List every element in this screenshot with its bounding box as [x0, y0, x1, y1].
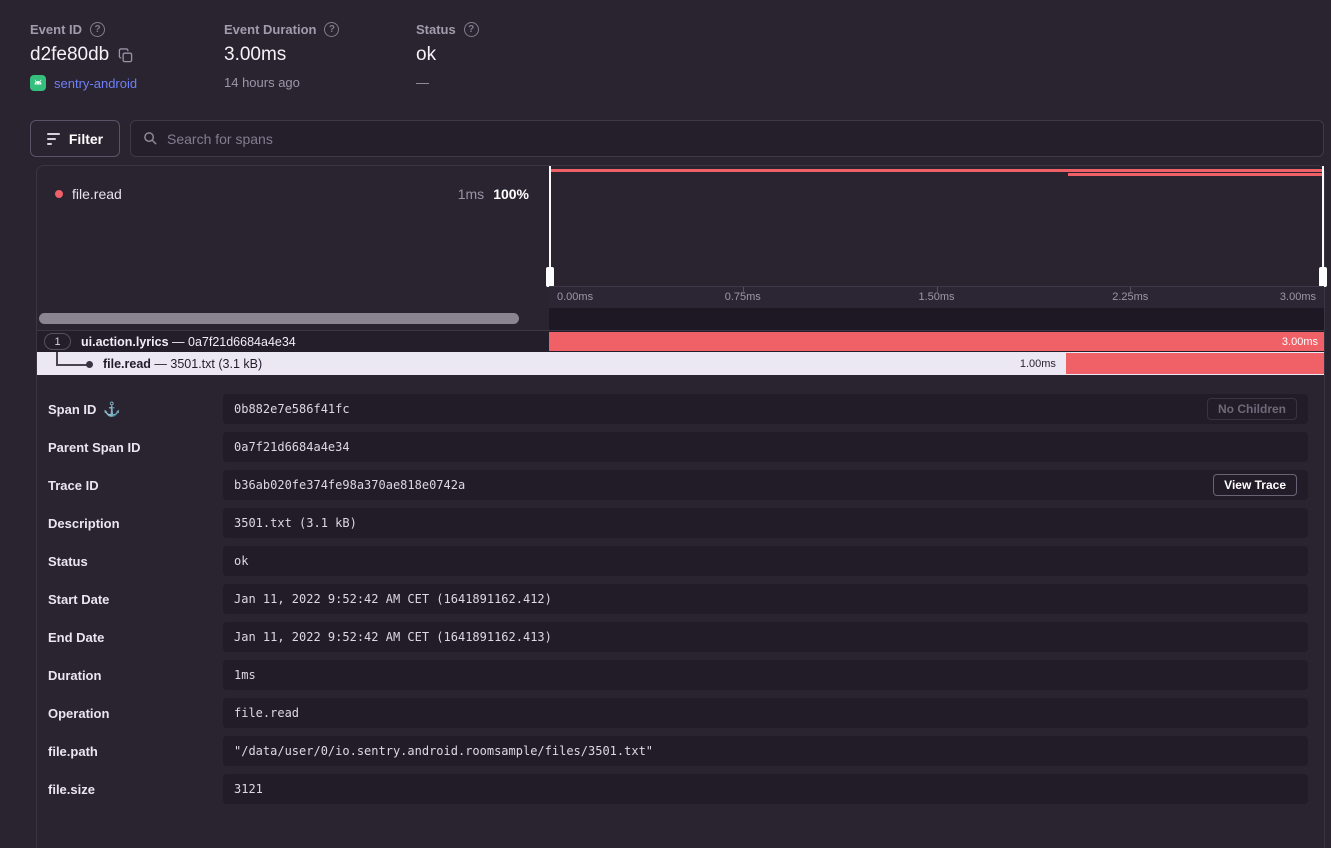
minimap-span-line	[549, 169, 1324, 172]
op-percentage: 100%	[493, 186, 529, 202]
op-name: file.read	[72, 186, 122, 202]
detail-row: End DateJan 11, 2022 9:52:42 AM CET (164…	[48, 622, 1308, 652]
detail-value: ok	[223, 546, 1308, 576]
event-duration-label: Event Duration	[224, 22, 316, 37]
filter-button[interactable]: Filter	[30, 120, 120, 157]
span-duration-bar[interactable]	[1066, 353, 1324, 374]
span-children-count-badge[interactable]: 1	[44, 333, 71, 350]
detail-label: Trace ID	[48, 478, 223, 493]
detail-value: file.read	[223, 698, 1308, 728]
time-axis-tick-label: 0.00ms	[557, 291, 593, 303]
search-icon	[143, 131, 158, 146]
detail-label: Operation	[48, 706, 223, 721]
time-axis-tickmark	[937, 287, 938, 292]
time-axis-tick-label: 0.75ms	[725, 291, 761, 303]
detail-value: 1ms	[223, 660, 1308, 690]
event-id-section: Event ID ? d2fe80db sentry-android	[30, 22, 137, 91]
detail-row: Parent Span ID0a7f21d6684a4e34	[48, 432, 1308, 462]
status-secondary: —	[416, 75, 479, 90]
copy-icon[interactable]	[118, 48, 133, 63]
detail-value: 0a7f21d6684a4e34	[223, 432, 1308, 462]
android-project-icon	[30, 75, 46, 91]
ops-breakdown-row: file.read 1ms 100%	[55, 186, 529, 202]
op-duration: 1ms	[458, 186, 484, 202]
event-duration-section: Event Duration ? 3.00ms 14 hours ago	[224, 22, 339, 90]
time-axis-tick-label: 3.00ms	[1280, 291, 1316, 303]
detail-label: Description	[48, 516, 223, 531]
question-circle-icon[interactable]: ?	[90, 22, 105, 37]
detail-value: b36ab020fe374fe98a370ae818e0742aView Tra…	[223, 470, 1308, 500]
time-axis: 0.00ms 0.75ms 1.50ms 2.25ms 3.00ms	[549, 286, 1324, 308]
detail-row: file.size3121	[48, 774, 1308, 804]
detail-row: Statusok	[48, 546, 1308, 576]
scroll-strip	[37, 308, 1324, 330]
minimap-chart[interactable]: 0.00ms 0.75ms 1.50ms 2.25ms 3.00ms	[549, 166, 1324, 308]
detail-row: Start DateJan 11, 2022 9:52:42 AM CET (1…	[48, 584, 1308, 614]
anchor-icon[interactable]: ⚓	[103, 401, 120, 418]
span-duration-bar[interactable]: 3.00ms	[549, 332, 1324, 351]
detail-label: Start Date	[48, 592, 223, 607]
question-circle-icon[interactable]: ?	[324, 22, 339, 37]
detail-label: Span ID⚓	[48, 401, 223, 418]
detail-row: Trace IDb36ab020fe374fe98a370ae818e0742a…	[48, 470, 1308, 500]
detail-label: Status	[48, 554, 223, 569]
horizontal-scrollbar-thumb[interactable]	[39, 313, 519, 324]
time-axis-tickmark	[743, 287, 744, 292]
detail-value: Jan 11, 2022 9:52:42 AM CET (1641891162.…	[223, 584, 1308, 614]
detail-value: 0b882e7e586f41fcNo Children	[223, 394, 1308, 424]
event-duration-value: 3.00ms	[224, 44, 286, 66]
spans-widget: file.read 1ms 100% 0.00ms 0.75ms 1.50ms 2.2…	[36, 165, 1325, 848]
op-color-dot	[55, 190, 63, 198]
event-age: 14 hours ago	[224, 75, 339, 90]
span-row-title: ui.action.lyrics — 0a7f21d6684a4e34	[81, 335, 296, 349]
detail-row: file.path"/data/user/0/io.sentry.android…	[48, 736, 1308, 766]
filter-button-label: Filter	[69, 131, 103, 147]
event-id-label: Event ID	[30, 22, 82, 37]
span-duration-label: 1.00ms	[1020, 358, 1056, 370]
detail-value: 3501.txt (3.1 kB)	[223, 508, 1308, 538]
detail-value: 3121	[223, 774, 1308, 804]
detail-label: End Date	[48, 630, 223, 645]
minimap-right-grabber[interactable]	[1319, 267, 1327, 287]
ops-breakdown-panel: file.read 1ms 100%	[37, 166, 549, 308]
minimap-left-grabber[interactable]	[546, 267, 554, 287]
detail-row: Span ID⚓0b882e7e586f41fcNo Children	[48, 394, 1308, 424]
detail-label: Parent Span ID	[48, 440, 223, 455]
detail-row: Description3501.txt (3.1 kB)	[48, 508, 1308, 538]
detail-label: Duration	[48, 668, 223, 683]
detail-row: Operationfile.read	[48, 698, 1308, 728]
question-circle-icon[interactable]: ?	[464, 22, 479, 37]
status-section: Status ? ok —	[416, 22, 479, 90]
minimap-span-line	[1068, 173, 1324, 176]
time-axis-tick-label: 1.50ms	[918, 291, 954, 303]
status-value: ok	[416, 44, 436, 66]
search-input[interactable]	[167, 131, 1311, 147]
minimap-left-handle[interactable]	[549, 166, 551, 287]
no-children-badge: No Children	[1207, 398, 1297, 420]
detail-value: Jan 11, 2022 9:52:42 AM CET (1641891162.…	[223, 622, 1308, 652]
status-label: Status	[416, 22, 456, 37]
filter-icon	[47, 133, 60, 145]
detail-row: Duration1ms	[48, 660, 1308, 690]
span-row-title: file.read — 3501.txt (3.1 kB)	[103, 357, 262, 371]
detail-label: file.size	[48, 782, 223, 797]
minimap-right-handle[interactable]	[1322, 166, 1324, 287]
span-row-root[interactable]: 1 ui.action.lyrics — 0a7f21d6684a4e34 3.…	[37, 330, 1324, 352]
event-id-value: d2fe80db	[30, 44, 109, 66]
project-link[interactable]: sentry-android	[54, 76, 137, 91]
span-duration-label: 3.00ms	[1282, 336, 1318, 348]
span-details: Span ID⚓0b882e7e586f41fcNo Children Paren…	[37, 375, 1324, 804]
time-axis-tick-label: 2.25ms	[1112, 291, 1148, 303]
detail-label: file.path	[48, 744, 223, 759]
span-search-bar[interactable]	[130, 120, 1324, 157]
span-row-selected[interactable]: file.read — 3501.txt (3.1 kB) 1.00ms	[37, 352, 1324, 375]
view-trace-button[interactable]: View Trace	[1213, 474, 1297, 496]
scroll-strip-spacer	[549, 308, 1324, 330]
detail-value: "/data/user/0/io.sentry.android.roomsamp…	[223, 736, 1308, 766]
time-axis-tickmark	[1130, 287, 1131, 292]
trace-minimap: file.read 1ms 100% 0.00ms 0.75ms 1.50ms 2.2…	[37, 166, 1324, 308]
